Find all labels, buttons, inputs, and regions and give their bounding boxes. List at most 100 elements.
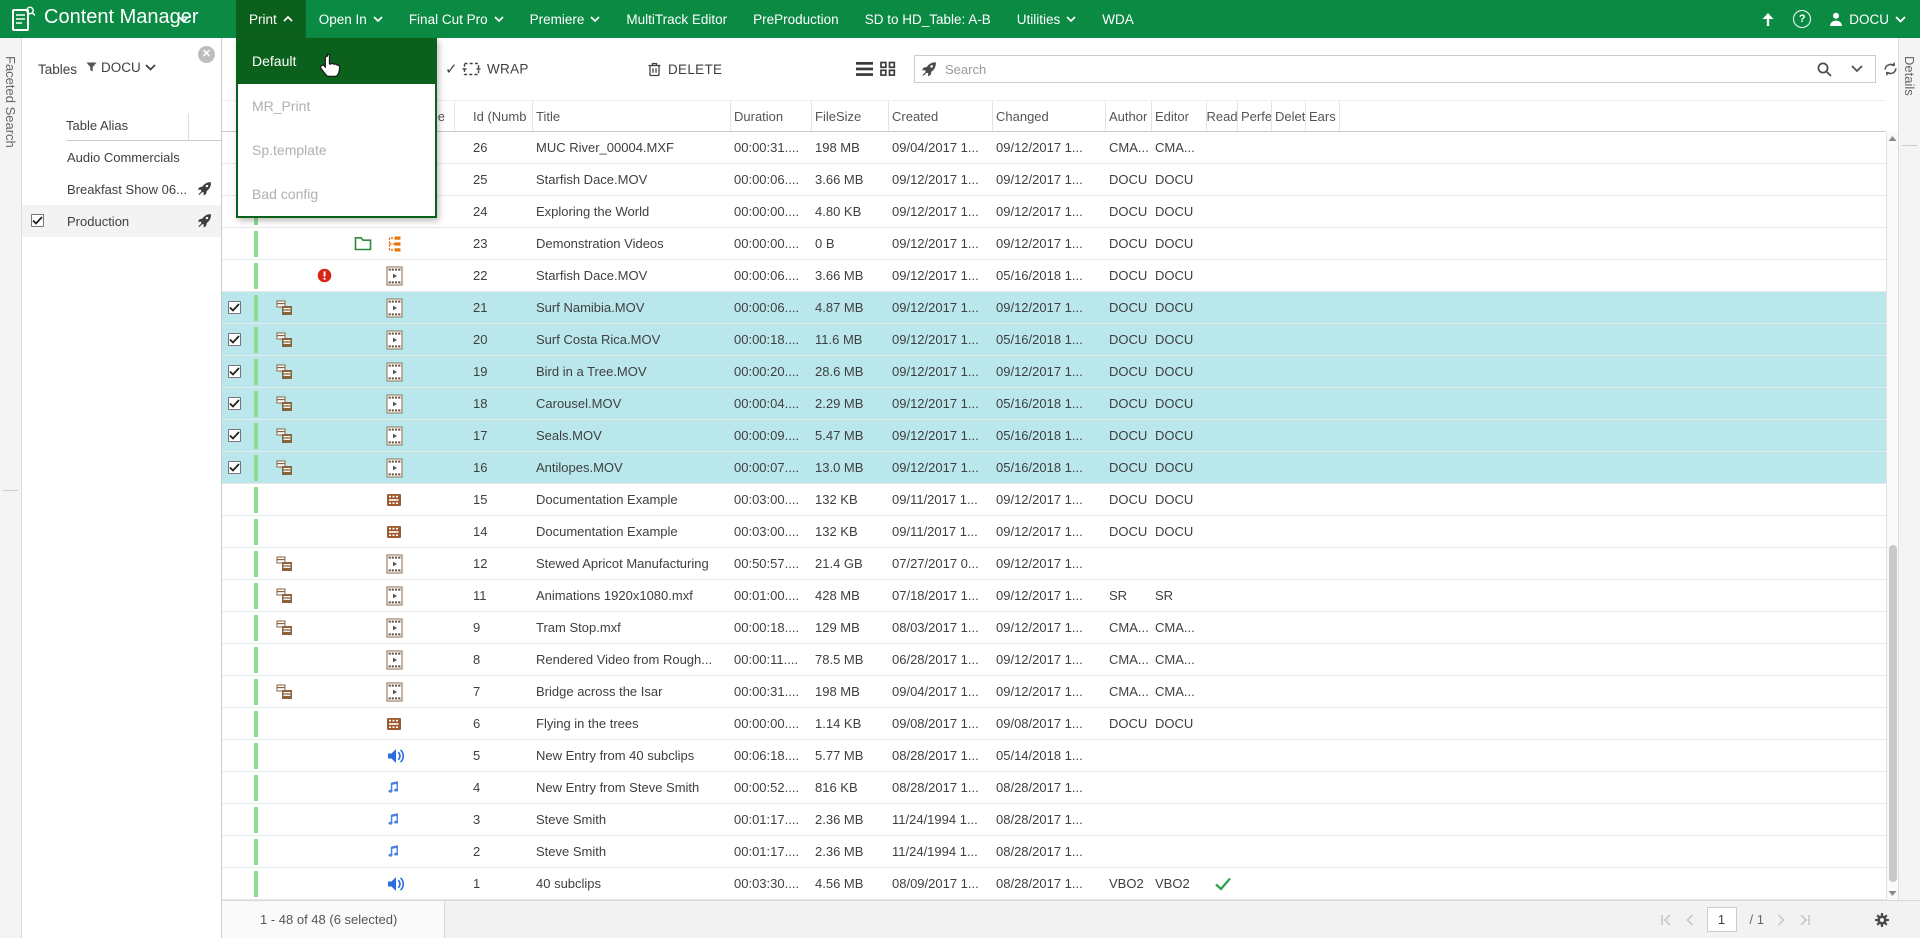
table-row[interactable]: 14Documentation Example00:03:00....132 K…: [222, 516, 1886, 548]
search-rocket-icon[interactable]: [921, 61, 937, 77]
cell-author: CMA...: [1106, 612, 1152, 643]
grid-view-icon[interactable]: [880, 62, 896, 77]
scroll-up-icon[interactable]: [1888, 135, 1897, 142]
first-page-icon[interactable]: [1659, 914, 1672, 926]
print-menu-item-sp-template[interactable]: Sp.template: [238, 128, 435, 172]
menu-utilities[interactable]: Utilities: [1004, 0, 1090, 38]
table-row[interactable]: 2Steve Smith00:01:17....2.36 MB11/24/199…: [222, 836, 1886, 868]
wrap-button[interactable]: WRAP: [462, 62, 529, 77]
last-page-icon[interactable]: [1799, 914, 1812, 926]
table-row[interactable]: 21Surf Namibia.MOV00:00:06....4.87 MB09/…: [222, 292, 1886, 324]
table-row[interactable]: 18Carousel.MOV00:00:04....2.29 MB09/12/2…: [222, 388, 1886, 420]
print-menu-item-bad-config[interactable]: Bad config: [238, 172, 435, 216]
help-icon[interactable]: ?: [1793, 10, 1811, 28]
details-tab[interactable]: Details: [1902, 38, 1917, 146]
menu-sd-to-hd-table-a-b[interactable]: SD to HD_Table: A-B: [852, 0, 1004, 38]
user-menu[interactable]: DOCU: [1829, 12, 1906, 27]
menu-premiere[interactable]: Premiere: [517, 0, 614, 38]
table-row[interactable]: 17Seals.MOV00:00:09....5.47 MB09/12/2017…: [222, 420, 1886, 452]
table-row[interactable]: 6Flying in the trees00:00:00....1.14 KB0…: [222, 708, 1886, 740]
table-row[interactable]: 9Tram Stop.mxf00:00:18....129 MB08/03/20…: [222, 612, 1886, 644]
table-alias-header[interactable]: Table Alias: [66, 112, 221, 141]
settings-gear-icon[interactable]: [1874, 912, 1890, 928]
table-row[interactable]: 3Steve Smith00:01:17....2.36 MB11/24/199…: [222, 804, 1886, 836]
table-row[interactable]: 15Documentation Example00:03:00....132 K…: [222, 484, 1886, 516]
cell-author: DOCU: [1106, 164, 1152, 195]
table-row[interactable]: 140 subclips00:03:30....4.56 MB08/09/201…: [222, 868, 1886, 900]
refresh-icon[interactable]: [1882, 61, 1899, 78]
table-row[interactable]: 5New Entry from 40 subclips00:06:18....5…: [222, 740, 1886, 772]
sidebar-item-audio-commercials[interactable]: Audio Commercials: [22, 141, 221, 173]
toolbar-check-icon: ✓: [445, 60, 458, 78]
table-row[interactable]: 8Rendered Video from Rough...00:00:11...…: [222, 644, 1886, 676]
search-magnifier-icon[interactable]: [1816, 61, 1833, 78]
table-filter-control[interactable]: DOCU: [86, 60, 156, 75]
table-row[interactable]: 11Animations 1920x1080.mxf00:01:00....42…: [222, 580, 1886, 612]
faceted-search-tab[interactable]: Faceted Search: [3, 38, 18, 491]
row-checkbox[interactable]: [228, 301, 241, 314]
header-title[interactable]: Title: [533, 101, 731, 131]
table-alias-list: Audio CommercialsBreakfast Show 06...Pro…: [22, 141, 221, 237]
header-id[interactable]: Id (Numb: [455, 101, 533, 131]
search-options-chevron-button[interactable]: [1839, 55, 1876, 83]
cell-perfe: [1238, 324, 1272, 355]
close-icon[interactable]: ✕: [198, 46, 215, 63]
table-row[interactable]: 19Bird in a Tree.MOV00:00:20....28.6 MB0…: [222, 356, 1886, 388]
table-row[interactable]: 22Starfish Dace.MOV00:00:06....3.66 MB09…: [222, 260, 1886, 292]
menu-multitrack-editor[interactable]: MultiTrack Editor: [613, 0, 740, 38]
table-row[interactable]: 26MUC River_00004.MXF00:00:31....198 MB0…: [222, 132, 1886, 164]
menu-final-cut-pro[interactable]: Final Cut Pro: [396, 0, 517, 38]
rocket-icon[interactable]: [197, 181, 212, 196]
header-perfe[interactable]: Perfe: [1238, 101, 1272, 131]
table-row[interactable]: 23Demonstration Videos00:00:00....0 B09/…: [222, 228, 1886, 260]
row-checkbox[interactable]: [228, 429, 241, 442]
cell-filler: [1340, 516, 1886, 547]
header-ears[interactable]: Ears: [1306, 101, 1340, 131]
sidebar-item-production[interactable]: Production: [22, 205, 221, 237]
table-row[interactable]: 24Exploring the World00:00:00....4.80 KB…: [222, 196, 1886, 228]
sidebar-item-breakfast-show-06[interactable]: Breakfast Show 06...: [22, 173, 221, 205]
cell-status: [303, 772, 345, 803]
cell-status-bar: [247, 612, 265, 643]
table-row[interactable]: 20Surf Costa Rica.MOV00:00:18....11.6 MB…: [222, 324, 1886, 356]
row-checkbox[interactable]: [228, 365, 241, 378]
delete-button[interactable]: DELETE: [647, 61, 722, 77]
cell-author: DOCU: [1106, 356, 1152, 387]
search-input[interactable]: [943, 61, 1810, 78]
table-row[interactable]: 16Antilopes.MOV00:00:07....13.0 MB09/12/…: [222, 452, 1886, 484]
menu-wda[interactable]: WDA: [1089, 0, 1147, 38]
row-checkbox[interactable]: [228, 333, 241, 346]
prev-page-icon[interactable]: [1685, 914, 1694, 926]
table-row[interactable]: 12Stewed Apricot Manufacturing00:50:57..…: [222, 548, 1886, 580]
menu-preproduction[interactable]: PreProduction: [740, 0, 852, 38]
upload-icon[interactable]: [1761, 12, 1775, 27]
cell-changed: 09/12/2017 1...: [993, 548, 1106, 579]
table-row[interactable]: 25Starfish Dace.MOV00:00:06....3.66 MB09…: [222, 164, 1886, 196]
cell-duration: 00:00:00....: [731, 708, 812, 739]
app-title-chevron-down-icon[interactable]: [178, 16, 189, 23]
header-duration[interactable]: Duration: [731, 101, 812, 131]
page-number-input[interactable]: 1: [1707, 907, 1737, 932]
header-delet[interactable]: Delet: [1272, 101, 1306, 131]
cell-duration: 00:00:20....: [731, 356, 812, 387]
next-page-icon[interactable]: [1777, 914, 1786, 926]
table-row[interactable]: 4New Entry from Steve Smith00:00:52....8…: [222, 772, 1886, 804]
scroll-down-icon[interactable]: [1888, 890, 1897, 897]
print-menu-item-mr-print[interactable]: MR_Print: [238, 84, 435, 128]
header-editor[interactable]: Editor: [1152, 101, 1207, 131]
menu-open-in[interactable]: Open In: [306, 0, 396, 38]
menu-print[interactable]: Print: [236, 0, 306, 38]
list-view-icon[interactable]: [856, 62, 873, 76]
rocket-icon[interactable]: [197, 213, 212, 228]
sidebar-checkbox[interactable]: [31, 214, 44, 227]
header-read[interactable]: Read: [1207, 101, 1238, 131]
row-checkbox[interactable]: [228, 397, 241, 410]
vertical-scrollbar[interactable]: [1886, 132, 1898, 900]
row-checkbox[interactable]: [228, 461, 241, 474]
header-changed[interactable]: Changed: [993, 101, 1106, 131]
header-created[interactable]: Created: [889, 101, 993, 131]
header-filesize[interactable]: FileSize: [812, 101, 889, 131]
table-row[interactable]: 7Bridge across the Isar00:00:31....198 M…: [222, 676, 1886, 708]
header-author[interactable]: Author: [1106, 101, 1152, 131]
scrollbar-thumb[interactable]: [1889, 545, 1897, 882]
